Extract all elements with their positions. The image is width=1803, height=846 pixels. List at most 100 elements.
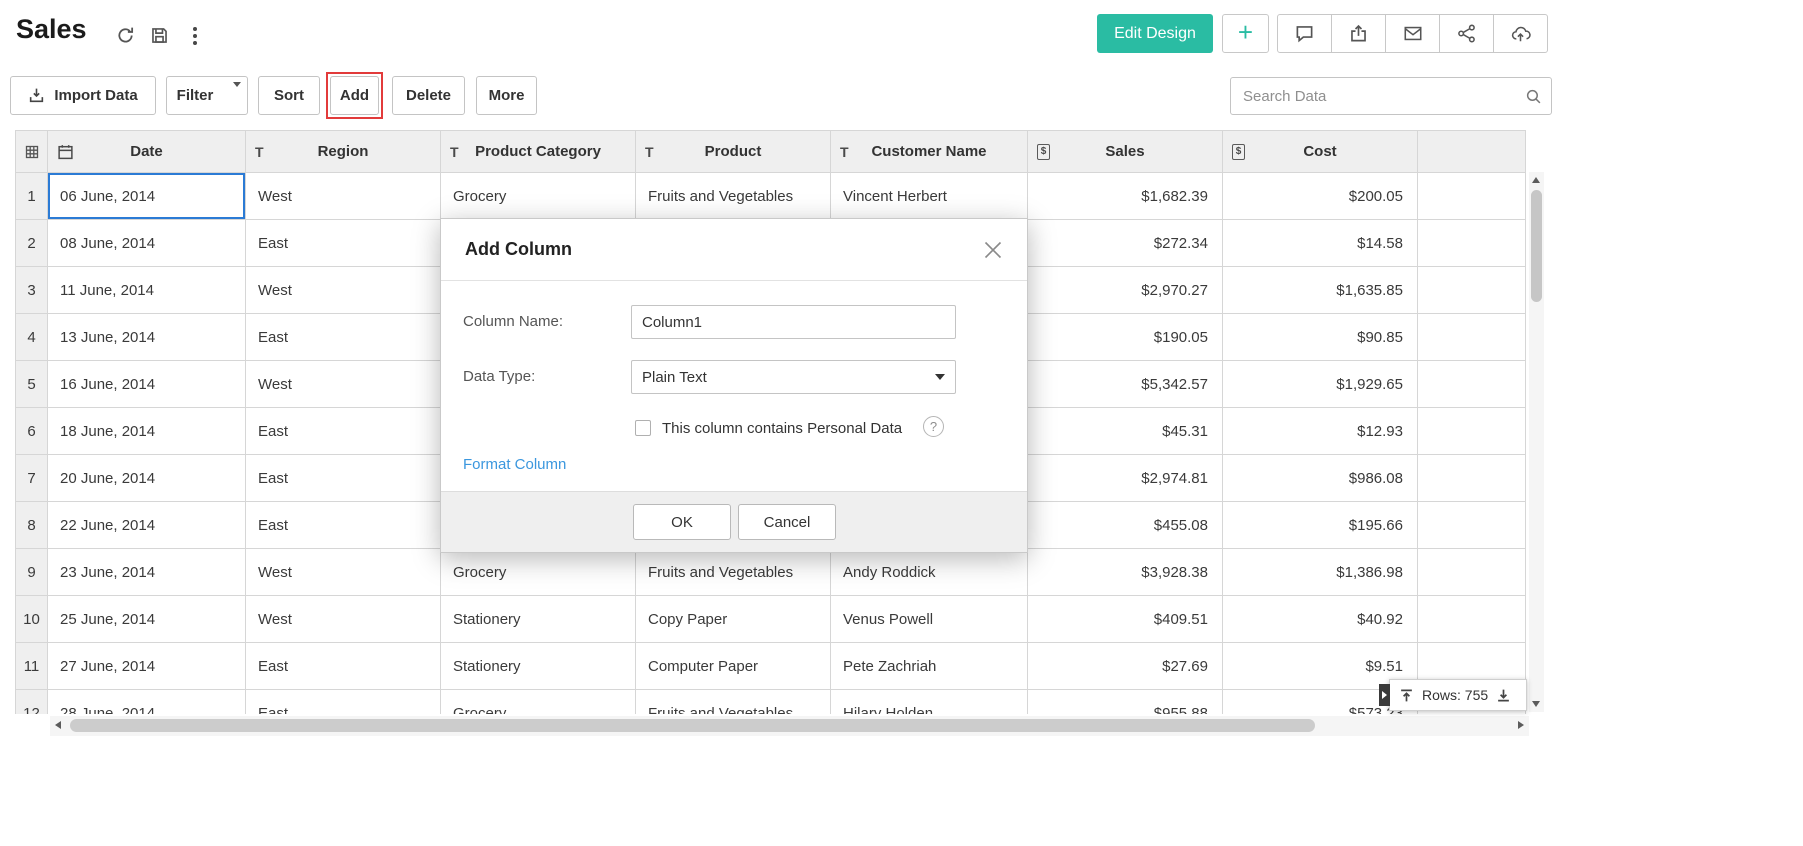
column-header-region[interactable]: TRegion [246,131,441,173]
cell-region[interactable]: West [246,267,441,314]
row-number[interactable]: 3 [16,267,48,314]
cell-region[interactable]: East [246,314,441,361]
cell-product[interactable]: Fruits and Vegetables [636,549,831,596]
cell-cost[interactable]: $195.66 [1223,502,1418,549]
cell-extra[interactable] [1418,455,1526,502]
cell-sales[interactable]: $2,970.27 [1028,267,1223,314]
scroll-to-bottom-button[interactable] [1496,688,1511,703]
cell-region[interactable]: East [246,408,441,455]
cell-product[interactable]: Fruits and Vegetables [636,690,831,715]
column-name-input[interactable] [631,305,956,339]
cell-category[interactable]: Stationery [441,596,636,643]
cell-product[interactable]: Copy Paper [636,596,831,643]
cell-customer[interactable]: Venus Powell [831,596,1028,643]
cell-region[interactable]: East [246,455,441,502]
import-data-button[interactable]: Import Data [10,76,156,115]
scroll-up-arrow[interactable] [1532,177,1540,183]
column-header-product[interactable]: TProduct [636,131,831,173]
cell-date[interactable]: 08 June, 2014 [48,220,246,267]
cell-customer[interactable]: Andy Roddick [831,549,1028,596]
edit-design-button[interactable]: Edit Design [1097,14,1213,53]
cell-date[interactable]: 18 June, 2014 [48,408,246,455]
cell-region[interactable]: East [246,220,441,267]
scroll-left-arrow[interactable] [55,721,61,729]
cell-category[interactable]: Grocery [441,690,636,715]
column-header-cost[interactable]: $Cost [1223,131,1418,173]
cell-sales[interactable]: $955.88 [1028,690,1223,715]
cell-product[interactable]: Computer Paper [636,643,831,690]
cell-region[interactable]: East [246,643,441,690]
cell-customer[interactable]: Pete Zachriah [831,643,1028,690]
cell-extra[interactable] [1418,361,1526,408]
cell-extra[interactable] [1418,267,1526,314]
row-number[interactable]: 6 [16,408,48,455]
cell-customer[interactable]: Hilary Holden [831,690,1028,715]
cell-region[interactable]: West [246,549,441,596]
save-button[interactable] [146,22,172,48]
sort-button[interactable]: Sort [258,76,320,115]
cell-sales[interactable]: $27.69 [1028,643,1223,690]
add-new-button[interactable]: + [1222,14,1269,53]
horizontal-scrollbar[interactable] [50,716,1529,736]
help-icon[interactable]: ? [923,416,944,437]
cell-sales[interactable]: $2,974.81 [1028,455,1223,502]
cell-sales[interactable]: $45.31 [1028,408,1223,455]
column-header-date[interactable]: Date [48,131,246,173]
close-icon[interactable] [983,240,1003,260]
filter-dropdown[interactable] [225,87,249,104]
row-number[interactable]: 1 [16,173,48,220]
cell-extra[interactable] [1418,408,1526,455]
column-header-sales[interactable]: $Sales [1028,131,1223,173]
cell-date[interactable]: 28 June, 2014 [48,690,246,715]
cell-sales[interactable]: $5,342.57 [1028,361,1223,408]
cell-extra[interactable] [1418,596,1526,643]
cell-date[interactable]: 27 June, 2014 [48,643,246,690]
cell-sales[interactable]: $272.34 [1028,220,1223,267]
cell-region[interactable]: East [246,502,441,549]
row-number[interactable]: 2 [16,220,48,267]
filter-button[interactable]: Filter [166,76,248,115]
cell-region[interactable]: West [246,596,441,643]
scroll-down-arrow[interactable] [1532,701,1540,707]
scroll-to-top-button[interactable] [1399,688,1414,703]
cell-region[interactable]: West [246,361,441,408]
row-number[interactable]: 7 [16,455,48,502]
cell-category[interactable]: Grocery [441,549,636,596]
search-input[interactable] [1231,78,1551,114]
cell-cost[interactable]: $12.93 [1223,408,1418,455]
vertical-scrollbar[interactable] [1529,172,1544,712]
column-header-category[interactable]: TProduct Category [441,131,636,173]
cell-cost[interactable]: $14.58 [1223,220,1418,267]
share-button[interactable] [1439,14,1494,53]
row-number[interactable]: 9 [16,549,48,596]
vertical-scrollbar-thumb[interactable] [1531,190,1542,302]
cell-date[interactable]: 13 June, 2014 [48,314,246,361]
horizontal-scrollbar-thumb[interactable] [70,719,1315,732]
row-number[interactable]: 10 [16,596,48,643]
refresh-button[interactable] [112,22,138,48]
add-button[interactable]: Add [330,76,379,115]
cell-region[interactable]: West [246,173,441,220]
cell-date[interactable]: 23 June, 2014 [48,549,246,596]
cell-extra[interactable] [1418,502,1526,549]
cell-category[interactable]: Stationery [441,643,636,690]
cell-category[interactable]: Grocery [441,173,636,220]
column-header-extra[interactable] [1418,131,1526,173]
format-column-link[interactable]: Format Column [463,456,566,473]
cell-sales[interactable]: $3,928.38 [1028,549,1223,596]
mail-button[interactable] [1385,14,1440,53]
row-number[interactable]: 4 [16,314,48,361]
export-button[interactable] [1331,14,1386,53]
cell-extra[interactable] [1418,173,1526,220]
cell-cost[interactable]: $1,635.85 [1223,267,1418,314]
more-options-button[interactable] [182,23,208,49]
scroll-right-arrow[interactable] [1518,721,1524,729]
cell-cost[interactable]: $1,929.65 [1223,361,1418,408]
rows-widget-handle[interactable] [1379,684,1390,706]
data-type-select[interactable]: Plain Text [631,360,956,394]
cell-extra[interactable] [1418,549,1526,596]
cell-date[interactable]: 20 June, 2014 [48,455,246,502]
cell-extra[interactable] [1418,314,1526,361]
cell-cost[interactable]: $1,386.98 [1223,549,1418,596]
cell-sales[interactable]: $1,682.39 [1028,173,1223,220]
